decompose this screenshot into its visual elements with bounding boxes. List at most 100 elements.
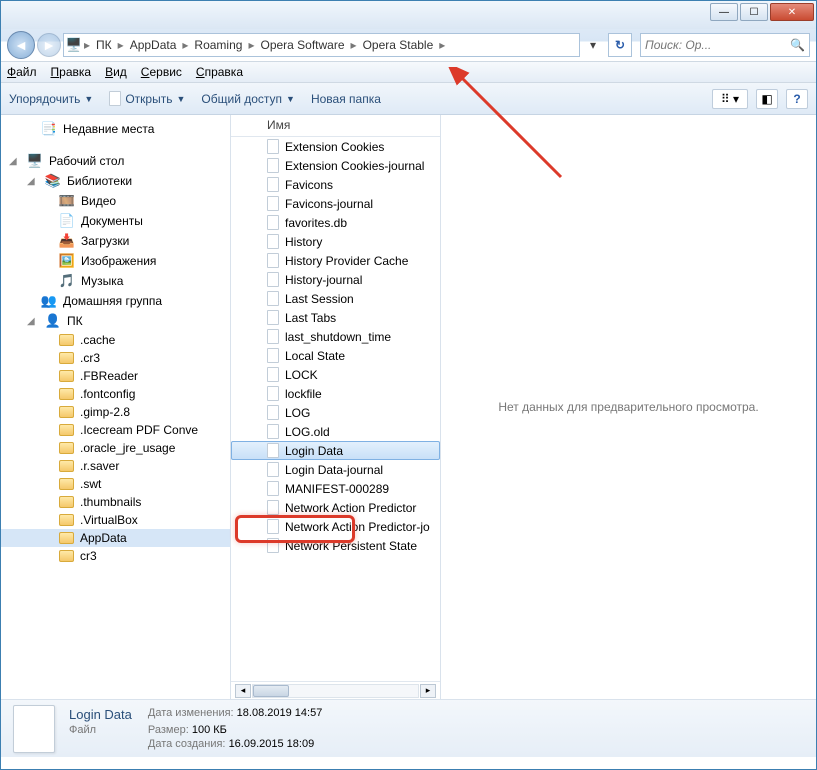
- menu-edit[interactable]: Правка: [51, 65, 92, 79]
- tree-item-label: .fontconfig: [80, 387, 135, 401]
- tree-item[interactable]: AppData: [1, 529, 230, 547]
- refresh-button[interactable]: ↻: [608, 33, 632, 57]
- file-row[interactable]: Extension Cookies-journal: [231, 156, 440, 175]
- folder-icon: [59, 370, 74, 382]
- file-row[interactable]: Local State: [231, 346, 440, 365]
- navigation-tree[interactable]: 📑Недавние места ◢🖥️Рабочий стол◢📚Библиоте…: [1, 115, 231, 699]
- scroll-thumb[interactable]: [253, 685, 289, 697]
- organize-button[interactable]: Упорядочить▼: [9, 92, 93, 106]
- file-name: Last Session: [285, 292, 354, 306]
- tree-item[interactable]: .r.saver: [1, 457, 230, 475]
- file-row[interactable]: Network Action Predictor-jo: [231, 517, 440, 536]
- breadcrumb-segment[interactable]: Opera Stable: [359, 38, 438, 52]
- file-name: LOG.old: [285, 425, 330, 439]
- search-box[interactable]: 🔍: [640, 33, 810, 57]
- preview-pane-button[interactable]: ◧: [756, 89, 778, 109]
- file-icon: [267, 424, 279, 439]
- tree-item[interactable]: 📑Недавние места: [1, 119, 230, 139]
- file-row[interactable]: MANIFEST-000289: [231, 479, 440, 498]
- tree-item[interactable]: .oracle_jre_usage: [1, 439, 230, 457]
- tree-item[interactable]: 🖼️Изображения: [1, 251, 230, 271]
- tree-item[interactable]: .cache: [1, 331, 230, 349]
- tree-item[interactable]: 📄Документы: [1, 211, 230, 231]
- file-row[interactable]: LOG.old: [231, 422, 440, 441]
- tree-item[interactable]: 🎞️Видео: [1, 191, 230, 211]
- file-row[interactable]: Login Data-journal: [231, 460, 440, 479]
- scroll-left-button[interactable]: ◂: [235, 684, 251, 698]
- view-options-button[interactable]: ⠿ ▾: [712, 89, 748, 109]
- breadcrumb-segment[interactable]: AppData: [126, 38, 181, 52]
- horizontal-scrollbar[interactable]: ◂ ▸: [231, 681, 440, 699]
- folder-icon: [59, 406, 74, 418]
- tree-item[interactable]: ◢📚Библиотеки: [1, 171, 230, 191]
- file-name: Extension Cookies: [285, 140, 384, 154]
- file-name: History-journal: [285, 273, 362, 287]
- menu-tools[interactable]: Сервис: [141, 65, 182, 79]
- collapse-icon[interactable]: ◢: [9, 156, 21, 167]
- forward-button[interactable]: ►: [37, 33, 61, 57]
- tree-item[interactable]: .cr3: [1, 349, 230, 367]
- file-row[interactable]: lockfile: [231, 384, 440, 403]
- scroll-track[interactable]: [252, 684, 419, 698]
- tree-item[interactable]: .FBReader: [1, 367, 230, 385]
- menu-help[interactable]: Справка: [196, 65, 243, 79]
- file-row[interactable]: favorites.db: [231, 213, 440, 232]
- computer-icon: 🖥️: [66, 37, 82, 53]
- file-row[interactable]: Last Tabs: [231, 308, 440, 327]
- breadcrumb-segment[interactable]: Opera Software: [256, 38, 348, 52]
- tree-item[interactable]: 🎵Музыка: [1, 271, 230, 291]
- open-button[interactable]: Открыть▼: [109, 91, 185, 106]
- tree-item[interactable]: .Icecream PDF Conve: [1, 421, 230, 439]
- file-row[interactable]: Favicons-journal: [231, 194, 440, 213]
- scroll-right-button[interactable]: ▸: [420, 684, 436, 698]
- file-row[interactable]: LOCK: [231, 365, 440, 384]
- menu-view[interactable]: Вид: [105, 65, 127, 79]
- file-name: MANIFEST-000289: [285, 482, 389, 496]
- new-folder-button[interactable]: Новая папка: [311, 92, 381, 106]
- breadcrumb-segment[interactable]: Roaming: [190, 38, 246, 52]
- address-bar[interactable]: 🖥️ ▸ ПК▸AppData▸Roaming▸Opera Software▸O…: [63, 33, 580, 57]
- tree-item-label: Видео: [81, 194, 116, 208]
- tree-item[interactable]: .gimp-2.8: [1, 403, 230, 421]
- tree-item[interactable]: ◢👤ПК: [1, 311, 230, 331]
- file-row[interactable]: History Provider Cache: [231, 251, 440, 270]
- tree-item-label: .thumbnails: [80, 495, 141, 509]
- menu-file[interactable]: Файл: [7, 65, 37, 79]
- tree-item[interactable]: ◢🖥️Рабочий стол: [1, 151, 230, 171]
- file-row[interactable]: Login Data: [231, 441, 440, 460]
- breadcrumb-segment[interactable]: ПК: [92, 38, 116, 52]
- share-button[interactable]: Общий доступ▼: [201, 92, 295, 106]
- tree-item[interactable]: cr3: [1, 547, 230, 565]
- minimize-button[interactable]: —: [710, 3, 738, 21]
- search-input[interactable]: [645, 38, 790, 52]
- back-button[interactable]: ◄: [7, 31, 35, 59]
- folder-icon: [59, 424, 74, 436]
- help-button[interactable]: ?: [786, 89, 808, 109]
- tree-item[interactable]: .swt: [1, 475, 230, 493]
- file-row[interactable]: Favicons: [231, 175, 440, 194]
- collapse-icon[interactable]: ◢: [27, 176, 39, 187]
- file-list[interactable]: Extension Cookies Extension Cookies-journ…: [231, 137, 440, 681]
- file-row[interactable]: Network Persistent State: [231, 536, 440, 555]
- address-dropdown[interactable]: ▾: [582, 38, 604, 52]
- file-row[interactable]: Network Action Predictor: [231, 498, 440, 517]
- file-name: Favicons: [285, 178, 333, 192]
- file-row[interactable]: History-journal: [231, 270, 440, 289]
- tree-item[interactable]: .VirtualBox: [1, 511, 230, 529]
- file-row[interactable]: last_shutdown_time: [231, 327, 440, 346]
- close-button[interactable]: ✕: [770, 3, 814, 21]
- file-row[interactable]: Last Session: [231, 289, 440, 308]
- collapse-icon[interactable]: ◢: [27, 316, 39, 327]
- maximize-button[interactable]: ☐: [740, 3, 768, 21]
- file-row[interactable]: LOG: [231, 403, 440, 422]
- details-size-value: 100 КБ: [192, 724, 227, 736]
- file-name: History Provider Cache: [285, 254, 408, 268]
- file-row[interactable]: Extension Cookies: [231, 137, 440, 156]
- column-header-name[interactable]: Имя: [231, 115, 440, 137]
- tree-item[interactable]: 👥Домашняя группа: [1, 291, 230, 311]
- file-icon: [267, 519, 279, 534]
- file-row[interactable]: History: [231, 232, 440, 251]
- tree-item[interactable]: 📥Загрузки: [1, 231, 230, 251]
- tree-item[interactable]: .fontconfig: [1, 385, 230, 403]
- tree-item[interactable]: .thumbnails: [1, 493, 230, 511]
